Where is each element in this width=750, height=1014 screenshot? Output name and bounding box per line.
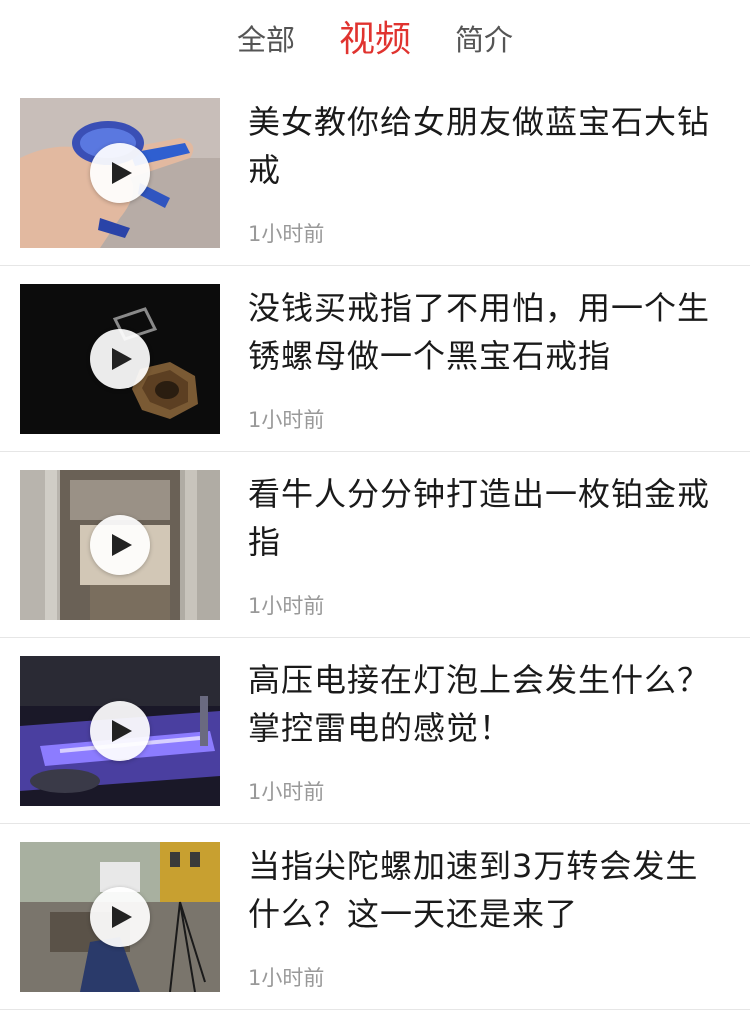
video-time: 1小时前 bbox=[248, 966, 325, 990]
video-item[interactable]: 没钱买戒指了不用怕，用一个生锈螺母做一个黑宝石戒指 1小时前 bbox=[0, 266, 750, 452]
video-title[interactable]: 当指尖陀螺加速到3万转会发生什么？这一天还是来了 bbox=[248, 842, 730, 938]
video-thumbnail[interactable] bbox=[20, 470, 220, 620]
video-item[interactable]: 看牛人分分钟打造出一枚铂金戒指 1小时前 bbox=[0, 452, 750, 638]
play-icon bbox=[112, 348, 132, 370]
video-item[interactable]: 美女教你给女朋友做蓝宝石大钻戒 1小时前 bbox=[0, 80, 750, 266]
play-icon bbox=[112, 534, 132, 556]
play-button[interactable] bbox=[90, 329, 150, 389]
video-info: 高压电接在灯泡上会发生什么？掌控雷电的感觉！ 1小时前 bbox=[248, 656, 730, 806]
video-info: 当指尖陀螺加速到3万转会发生什么？这一天还是来了 1小时前 bbox=[248, 842, 730, 992]
video-item[interactable]: 高压电接在灯泡上会发生什么？掌控雷电的感觉！ 1小时前 bbox=[0, 638, 750, 824]
video-time: 1小时前 bbox=[248, 594, 325, 618]
tab-intro[interactable]: 简介 bbox=[455, 25, 513, 55]
video-title[interactable]: 美女教你给女朋友做蓝宝石大钻戒 bbox=[248, 98, 730, 194]
play-button[interactable] bbox=[90, 143, 150, 203]
tab-bar: 全部 视频 简介 bbox=[0, 0, 750, 80]
play-icon bbox=[112, 906, 132, 928]
video-item[interactable]: 当指尖陀螺加速到3万转会发生什么？这一天还是来了 1小时前 bbox=[0, 824, 750, 1010]
video-thumbnail[interactable] bbox=[20, 98, 220, 248]
play-icon bbox=[112, 162, 132, 184]
video-info: 没钱买戒指了不用怕，用一个生锈螺母做一个黑宝石戒指 1小时前 bbox=[248, 284, 730, 434]
video-list: 美女教你给女朋友做蓝宝石大钻戒 1小时前 没钱买戒指了不用怕，用一个生锈螺母做一… bbox=[0, 80, 750, 1010]
play-icon bbox=[112, 720, 132, 742]
video-thumbnail[interactable] bbox=[20, 656, 220, 806]
video-title[interactable]: 高压电接在灯泡上会发生什么？掌控雷电的感觉！ bbox=[248, 656, 730, 752]
video-time: 1小时前 bbox=[248, 222, 325, 246]
tab-all[interactable]: 全部 bbox=[237, 25, 295, 55]
video-info: 美女教你给女朋友做蓝宝石大钻戒 1小时前 bbox=[248, 98, 730, 248]
video-thumbnail[interactable] bbox=[20, 284, 220, 434]
play-button[interactable] bbox=[90, 515, 150, 575]
video-time: 1小时前 bbox=[248, 408, 325, 432]
tab-video[interactable]: 视频 bbox=[339, 22, 411, 58]
play-button[interactable] bbox=[90, 887, 150, 947]
play-button[interactable] bbox=[90, 701, 150, 761]
video-info: 看牛人分分钟打造出一枚铂金戒指 1小时前 bbox=[248, 470, 730, 620]
video-title[interactable]: 没钱买戒指了不用怕，用一个生锈螺母做一个黑宝石戒指 bbox=[248, 284, 730, 380]
video-title[interactable]: 看牛人分分钟打造出一枚铂金戒指 bbox=[248, 470, 730, 566]
video-thumbnail[interactable] bbox=[20, 842, 220, 992]
video-time: 1小时前 bbox=[248, 780, 325, 804]
